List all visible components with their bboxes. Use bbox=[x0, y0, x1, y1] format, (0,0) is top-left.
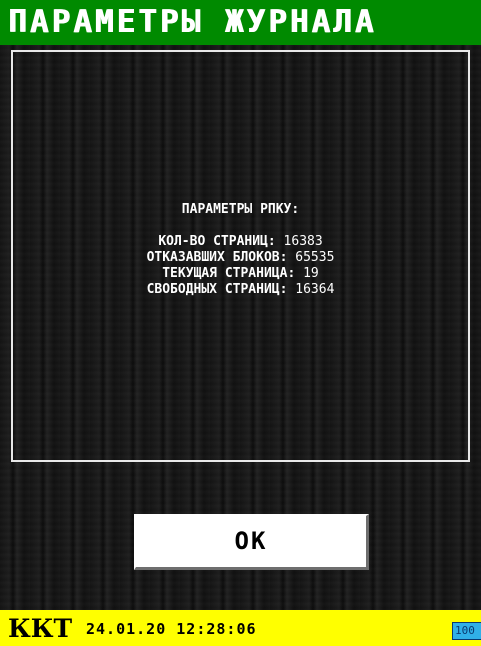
info-panel: ПАРАМЕТРЫ РПКУ: КОЛ-ВО СТРАНИЦ: 16383 ОТ… bbox=[11, 50, 470, 462]
info-label: ОТКАЗАВШИХ БЛОКОВ: bbox=[146, 250, 288, 265]
info-line-page-count: КОЛ-ВО СТРАНИЦ: 16383 bbox=[13, 234, 468, 250]
info-value: 19 bbox=[303, 266, 319, 281]
info-label: КОЛ-ВО СТРАНИЦ: bbox=[158, 234, 276, 249]
info-line-failed-blocks: ОТКАЗАВШИХ БЛОКОВ: 65535 bbox=[13, 250, 468, 266]
info-line-current-page: ТЕКУЩАЯ СТРАНИЦА: 19 bbox=[13, 266, 468, 282]
ok-button[interactable]: OK bbox=[134, 514, 369, 570]
page-title: ПАРАМЕТРЫ ЖУРНАЛА bbox=[8, 4, 377, 40]
info-label: ТЕКУЩАЯ СТРАНИЦА: bbox=[162, 266, 296, 281]
status-datetime: 24.01.20 12:28:06 bbox=[86, 620, 257, 638]
info-value: 16383 bbox=[283, 234, 323, 249]
status-bar: ККТ 24.01.20 12:28:06 100 bbox=[0, 610, 481, 646]
ok-button-label: OK bbox=[234, 527, 268, 555]
info-line-free-pages: СВОБОДНЫХ СТРАНИЦ: 16364 bbox=[13, 282, 468, 298]
status-app-label: ККТ bbox=[8, 614, 73, 643]
info-value: 65535 bbox=[295, 250, 335, 265]
title-bar: ПАРАМЕТРЫ ЖУРНАЛА bbox=[0, 0, 481, 45]
info-content: ПАРАМЕТРЫ РПКУ: КОЛ-ВО СТРАНИЦ: 16383 ОТ… bbox=[13, 202, 468, 298]
info-label: СВОБОДНЫХ СТРАНИЦ: bbox=[146, 282, 288, 297]
battery-icon: 100 bbox=[452, 622, 481, 640]
battery-level: 100 bbox=[455, 624, 475, 637]
info-heading: ПАРАМЕТРЫ РПКУ: bbox=[181, 202, 300, 217]
device-screen: ПАРАМЕТРЫ ЖУРНАЛА ПАРАМЕТРЫ РПКУ: КОЛ-ВО… bbox=[0, 0, 481, 646]
info-value: 16364 bbox=[295, 282, 335, 297]
